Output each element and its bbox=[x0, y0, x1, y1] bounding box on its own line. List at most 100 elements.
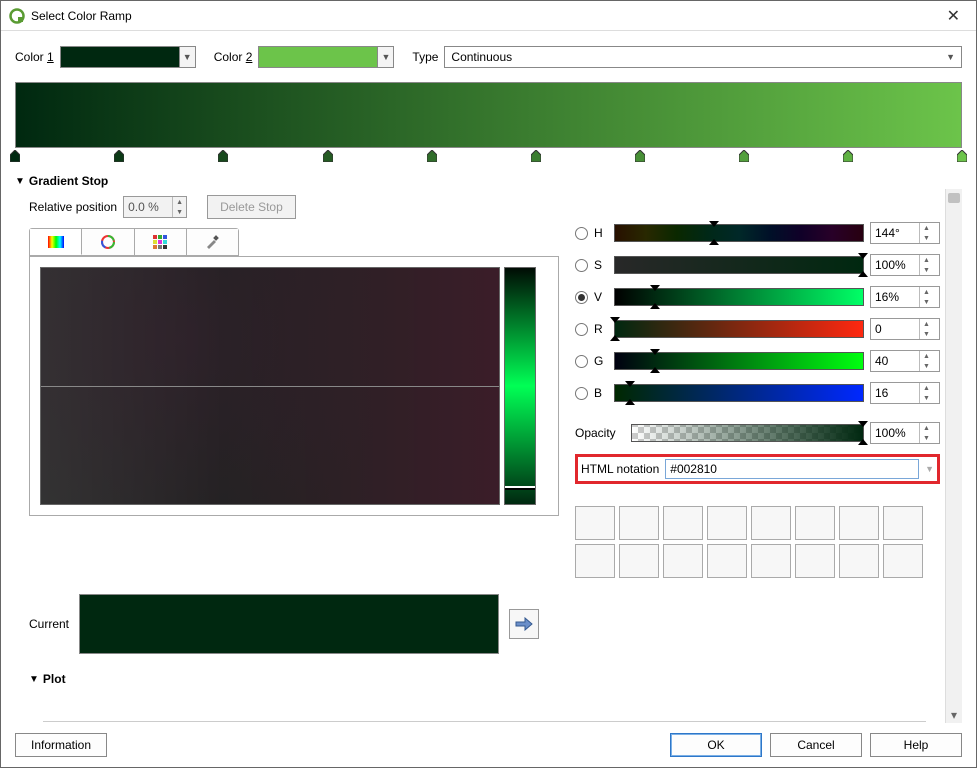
spin-down-icon[interactable]: ▼ bbox=[920, 265, 933, 275]
information-button[interactable]: Information bbox=[15, 733, 107, 757]
channel-input-v[interactable]: ▲▼ bbox=[870, 286, 940, 308]
tab-picker[interactable] bbox=[187, 229, 238, 255]
gradient-stop[interactable] bbox=[635, 150, 645, 162]
gradient-stop-header[interactable]: ▼ Gradient Stop bbox=[15, 174, 962, 188]
channel-radio-r[interactable] bbox=[575, 323, 588, 336]
channel-radio-b[interactable] bbox=[575, 387, 588, 400]
cancel-button[interactable]: Cancel bbox=[770, 733, 862, 757]
type-select[interactable]: Continuous ▼ bbox=[444, 46, 962, 68]
current-swatch bbox=[79, 594, 499, 654]
spin-up-icon[interactable]: ▲ bbox=[920, 423, 933, 433]
close-icon[interactable]: ✕ bbox=[939, 6, 968, 26]
opacity-label: Opacity bbox=[575, 426, 625, 440]
type-label: Type bbox=[412, 50, 438, 64]
collapse-icon: ▼ bbox=[29, 674, 39, 685]
swatch-cell[interactable] bbox=[575, 544, 615, 578]
swatch-cell[interactable] bbox=[619, 544, 659, 578]
swatch-cell[interactable] bbox=[663, 544, 703, 578]
section-title: Gradient Stop bbox=[29, 174, 108, 188]
relative-position-input: ▲▼ bbox=[123, 196, 187, 218]
channel-label-v: V bbox=[594, 290, 608, 304]
gradient-stop[interactable] bbox=[323, 150, 333, 162]
gradient-stop[interactable] bbox=[957, 150, 967, 162]
color1-swatch[interactable] bbox=[60, 46, 180, 68]
spin-up-icon[interactable]: ▲ bbox=[920, 255, 933, 265]
gradient-stop[interactable] bbox=[427, 150, 437, 162]
plot-header[interactable]: ▼ Plot bbox=[29, 672, 940, 686]
spin-down-icon[interactable]: ▼ bbox=[920, 361, 933, 371]
color2-swatch[interactable] bbox=[258, 46, 378, 68]
channel-input-h[interactable]: ▲▼ bbox=[870, 222, 940, 244]
html-notation-input[interactable] bbox=[665, 459, 919, 479]
channel-input-r[interactable]: ▲▼ bbox=[870, 318, 940, 340]
opacity-slider[interactable] bbox=[631, 424, 864, 442]
channel-slider-v[interactable] bbox=[614, 288, 864, 306]
spin-down-icon[interactable]: ▼ bbox=[920, 329, 933, 339]
html-notation-row: HTML notation ▼ bbox=[575, 454, 940, 484]
spin-down-icon[interactable]: ▼ bbox=[920, 433, 933, 443]
channel-slider-r[interactable] bbox=[614, 320, 864, 338]
channel-input-b[interactable]: ▲▼ bbox=[870, 382, 940, 404]
swatch-cell[interactable] bbox=[707, 544, 747, 578]
color2-dropdown[interactable]: ▼ bbox=[378, 46, 394, 68]
gradient-stop[interactable] bbox=[531, 150, 541, 162]
qgis-icon bbox=[9, 8, 25, 24]
gradient-stop[interactable] bbox=[739, 150, 749, 162]
spin-up-icon[interactable]: ▲ bbox=[920, 223, 933, 233]
spin-down-icon[interactable]: ▼ bbox=[920, 393, 933, 403]
spin-up-icon[interactable]: ▲ bbox=[920, 319, 933, 329]
gradient-stop[interactable] bbox=[843, 150, 853, 162]
spin-down-icon[interactable]: ▼ bbox=[920, 297, 933, 307]
chevron-down-icon: ▼ bbox=[381, 52, 390, 62]
channel-input-g[interactable]: ▲▼ bbox=[870, 350, 940, 372]
swatch-cell[interactable] bbox=[795, 544, 835, 578]
channel-radio-g[interactable] bbox=[575, 355, 588, 368]
swatch-cell[interactable] bbox=[751, 506, 791, 540]
value-strip[interactable] bbox=[504, 267, 536, 505]
channel-input-s[interactable]: ▲▼ bbox=[870, 254, 940, 276]
swatch-cell[interactable] bbox=[663, 506, 703, 540]
help-button[interactable]: Help bbox=[870, 733, 962, 757]
channel-radio-s[interactable] bbox=[575, 259, 588, 272]
sv-panel[interactable] bbox=[40, 267, 500, 505]
channel-slider-h[interactable] bbox=[614, 224, 864, 242]
gradient-preview[interactable] bbox=[15, 82, 962, 164]
channel-slider-s[interactable] bbox=[614, 256, 864, 274]
dropdown-icon[interactable]: ▼ bbox=[925, 464, 934, 474]
swatch-cell[interactable] bbox=[839, 506, 879, 540]
swatch-cell[interactable] bbox=[619, 506, 659, 540]
plot-area bbox=[43, 692, 926, 722]
spin-up-icon[interactable]: ▲ bbox=[920, 383, 933, 393]
section-title: Plot bbox=[43, 672, 66, 686]
swatch-cell[interactable] bbox=[751, 544, 791, 578]
swatch-cell[interactable] bbox=[575, 506, 615, 540]
relative-position-label: Relative position bbox=[29, 200, 117, 214]
tab-gradient[interactable] bbox=[30, 229, 82, 255]
delete-stop-button: Delete Stop bbox=[207, 195, 296, 219]
spin-up-icon[interactable]: ▲ bbox=[920, 287, 933, 297]
channel-label-b: B bbox=[594, 386, 608, 400]
gradient-stop[interactable] bbox=[218, 150, 228, 162]
spin-up-icon[interactable]: ▲ bbox=[920, 351, 933, 361]
swatch-cell[interactable] bbox=[883, 506, 923, 540]
apply-color-button[interactable] bbox=[509, 609, 539, 639]
tab-swatches[interactable] bbox=[135, 229, 187, 255]
scroll-down-icon[interactable]: ▾ bbox=[946, 707, 962, 723]
channel-slider-b[interactable] bbox=[614, 384, 864, 402]
channel-radio-h[interactable] bbox=[575, 227, 588, 240]
swatch-cell[interactable] bbox=[707, 506, 747, 540]
channel-slider-g[interactable] bbox=[614, 352, 864, 370]
gradient-stop[interactable] bbox=[10, 150, 20, 162]
gradient-stop[interactable] bbox=[114, 150, 124, 162]
ok-button[interactable]: OK bbox=[670, 733, 762, 757]
swatch-cell[interactable] bbox=[795, 506, 835, 540]
vertical-scrollbar[interactable]: ▴ ▾ bbox=[945, 189, 962, 723]
color1-dropdown[interactable]: ▼ bbox=[180, 46, 196, 68]
spin-down-icon: ▼ bbox=[173, 207, 186, 217]
swatch-cell[interactable] bbox=[883, 544, 923, 578]
swatch-cell[interactable] bbox=[839, 544, 879, 578]
channel-radio-v[interactable] bbox=[575, 291, 588, 304]
spin-down-icon[interactable]: ▼ bbox=[920, 233, 933, 243]
tab-wheel[interactable] bbox=[82, 229, 134, 255]
opacity-input[interactable]: ▲▼ bbox=[870, 422, 940, 444]
